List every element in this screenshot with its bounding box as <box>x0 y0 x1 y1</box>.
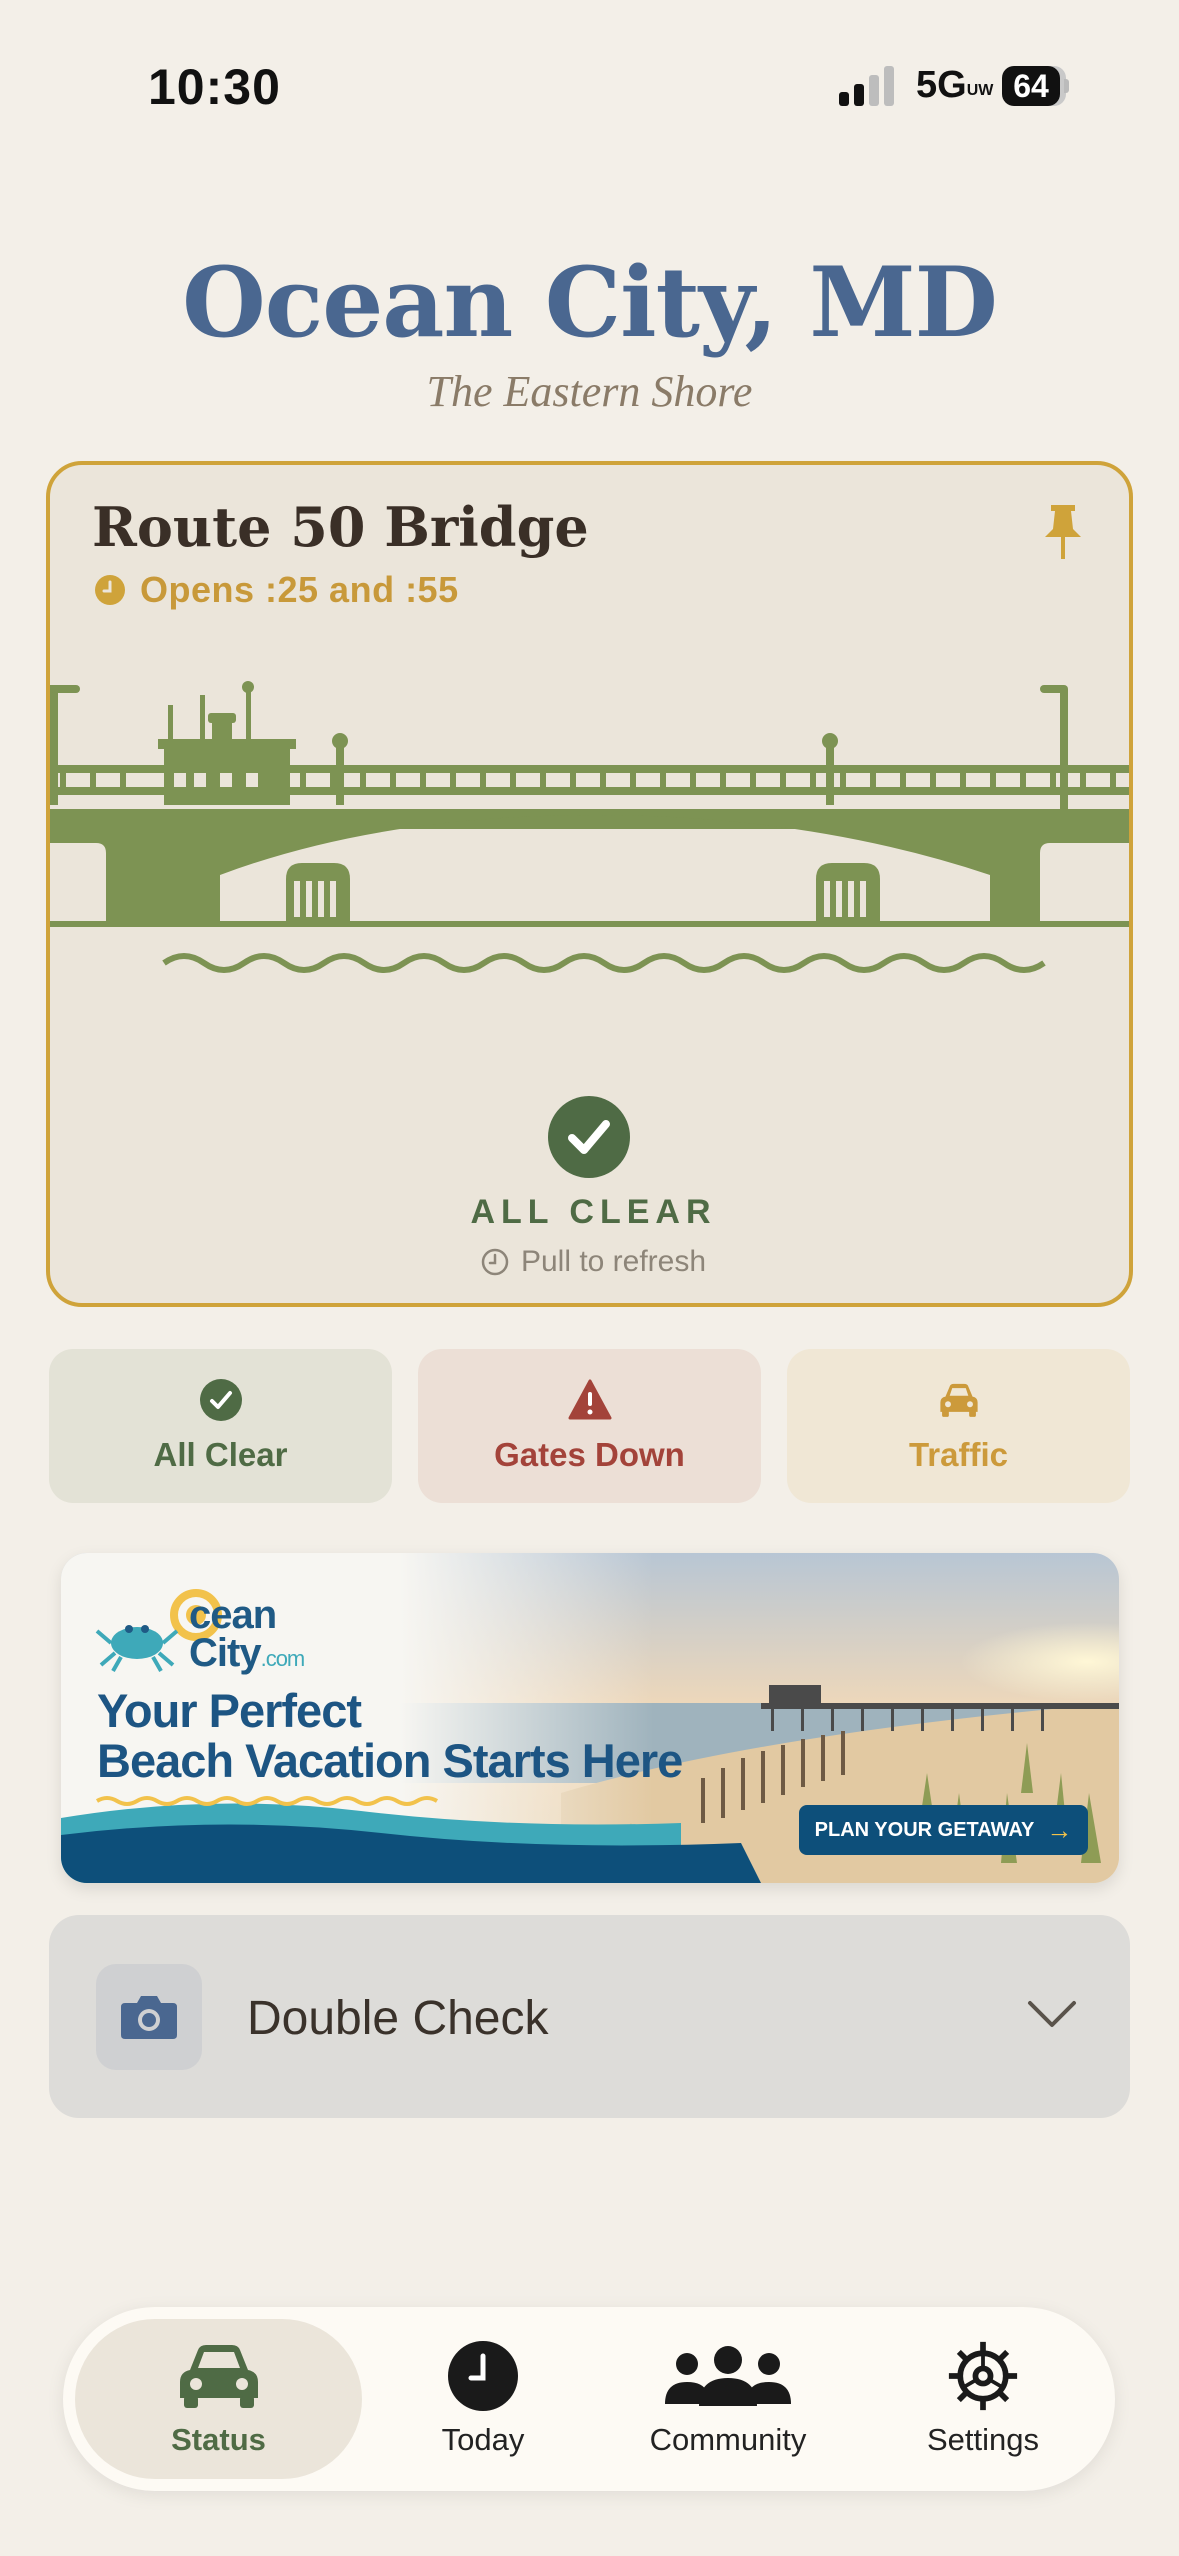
camera-icon <box>121 1996 177 2039</box>
tab-today-label: Today <box>441 2422 525 2457</box>
bridge-status-label: ALL CLEAR <box>470 1193 717 1231</box>
page-subtitle: The Eastern Shore <box>426 367 753 416</box>
status-bar: 10:30 5GUW 64 <box>0 0 1179 160</box>
tab-community-label: Community <box>649 2422 807 2457</box>
double-check-panel[interactable]: Double Check <box>49 1915 1130 2118</box>
gates-down-label: Gates Down <box>494 1436 685 1473</box>
ocean-city-ad-banner[interactable]: cean City.com Your Perfect Beach Vacatio… <box>61 1553 1119 1883</box>
page-title: Ocean City, MD <box>182 246 998 359</box>
car-icon <box>939 1383 978 1417</box>
camera-button <box>96 1964 202 2070</box>
tab-settings[interactable]: Settings <box>863 2319 1103 2479</box>
clock-icon <box>481 1248 509 1276</box>
tab-community[interactable]: Community <box>603 2319 853 2479</box>
ad-headline-line1: Your Perfect <box>97 1684 362 1737</box>
schedule-text: Opens :25 and :55 <box>140 569 459 610</box>
double-check-label: Double Check <box>247 1992 549 2045</box>
clock-time: 10:30 <box>148 59 281 115</box>
bridge-illustration <box>50 681 1129 973</box>
people-icon <box>665 2346 791 2406</box>
tab-today[interactable]: Today <box>383 2319 583 2479</box>
battery-icon: 64 <box>1002 66 1069 106</box>
pull-to-refresh-hint: Pull to refresh <box>50 1245 1129 1279</box>
check-circle-icon <box>199 1379 242 1421</box>
bridge-name: Route 50 Bridge <box>92 495 589 559</box>
all-clear-label: All Clear <box>153 1436 288 1473</box>
bridge-status-card[interactable]: Route 50 Bridge Opens :25 and :55 ALL CL… <box>46 461 1133 1307</box>
traffic-label: Traffic <box>908 1436 1009 1473</box>
plan-getaway-button[interactable]: PLAN YOUR GETAWAY → <box>799 1805 1088 1855</box>
tab-status-label: Status <box>171 2422 266 2457</box>
tab-status[interactable]: Status <box>75 2319 362 2479</box>
gates-down-button[interactable]: Gates Down <box>418 1349 761 1503</box>
network-indicator: 5GUW <box>916 64 994 106</box>
traffic-button[interactable]: Traffic <box>787 1349 1130 1503</box>
clock-icon <box>448 2341 518 2411</box>
arrow-right-icon: → <box>1046 1814 1073 1845</box>
warning-icon <box>568 1379 611 1420</box>
all-clear-check-icon <box>548 1096 630 1178</box>
all-clear-button[interactable]: All Clear <box>49 1349 392 1503</box>
pin-icon[interactable] <box>1041 503 1085 561</box>
refresh-text: Pull to refresh <box>520 1245 707 1278</box>
tab-settings-label: Settings <box>926 2422 1039 2457</box>
clock-icon <box>95 575 125 605</box>
opening-schedule: Opens :25 and :55 <box>94 569 459 611</box>
cta-label: PLAN YOUR GETAWAY <box>814 1818 1035 1841</box>
ad-headline-line2: Beach Vacation Starts Here <box>97 1734 683 1787</box>
bottom-tab-bar: Status Today Community Settings <box>63 2307 1115 2491</box>
chevron-down-icon[interactable] <box>1026 1999 1078 2029</box>
gear-icon <box>948 2341 1018 2411</box>
signal-strength-icon <box>839 66 894 106</box>
car-icon <box>179 2345 258 2408</box>
ad-brand-city: City.com <box>189 1631 305 1675</box>
